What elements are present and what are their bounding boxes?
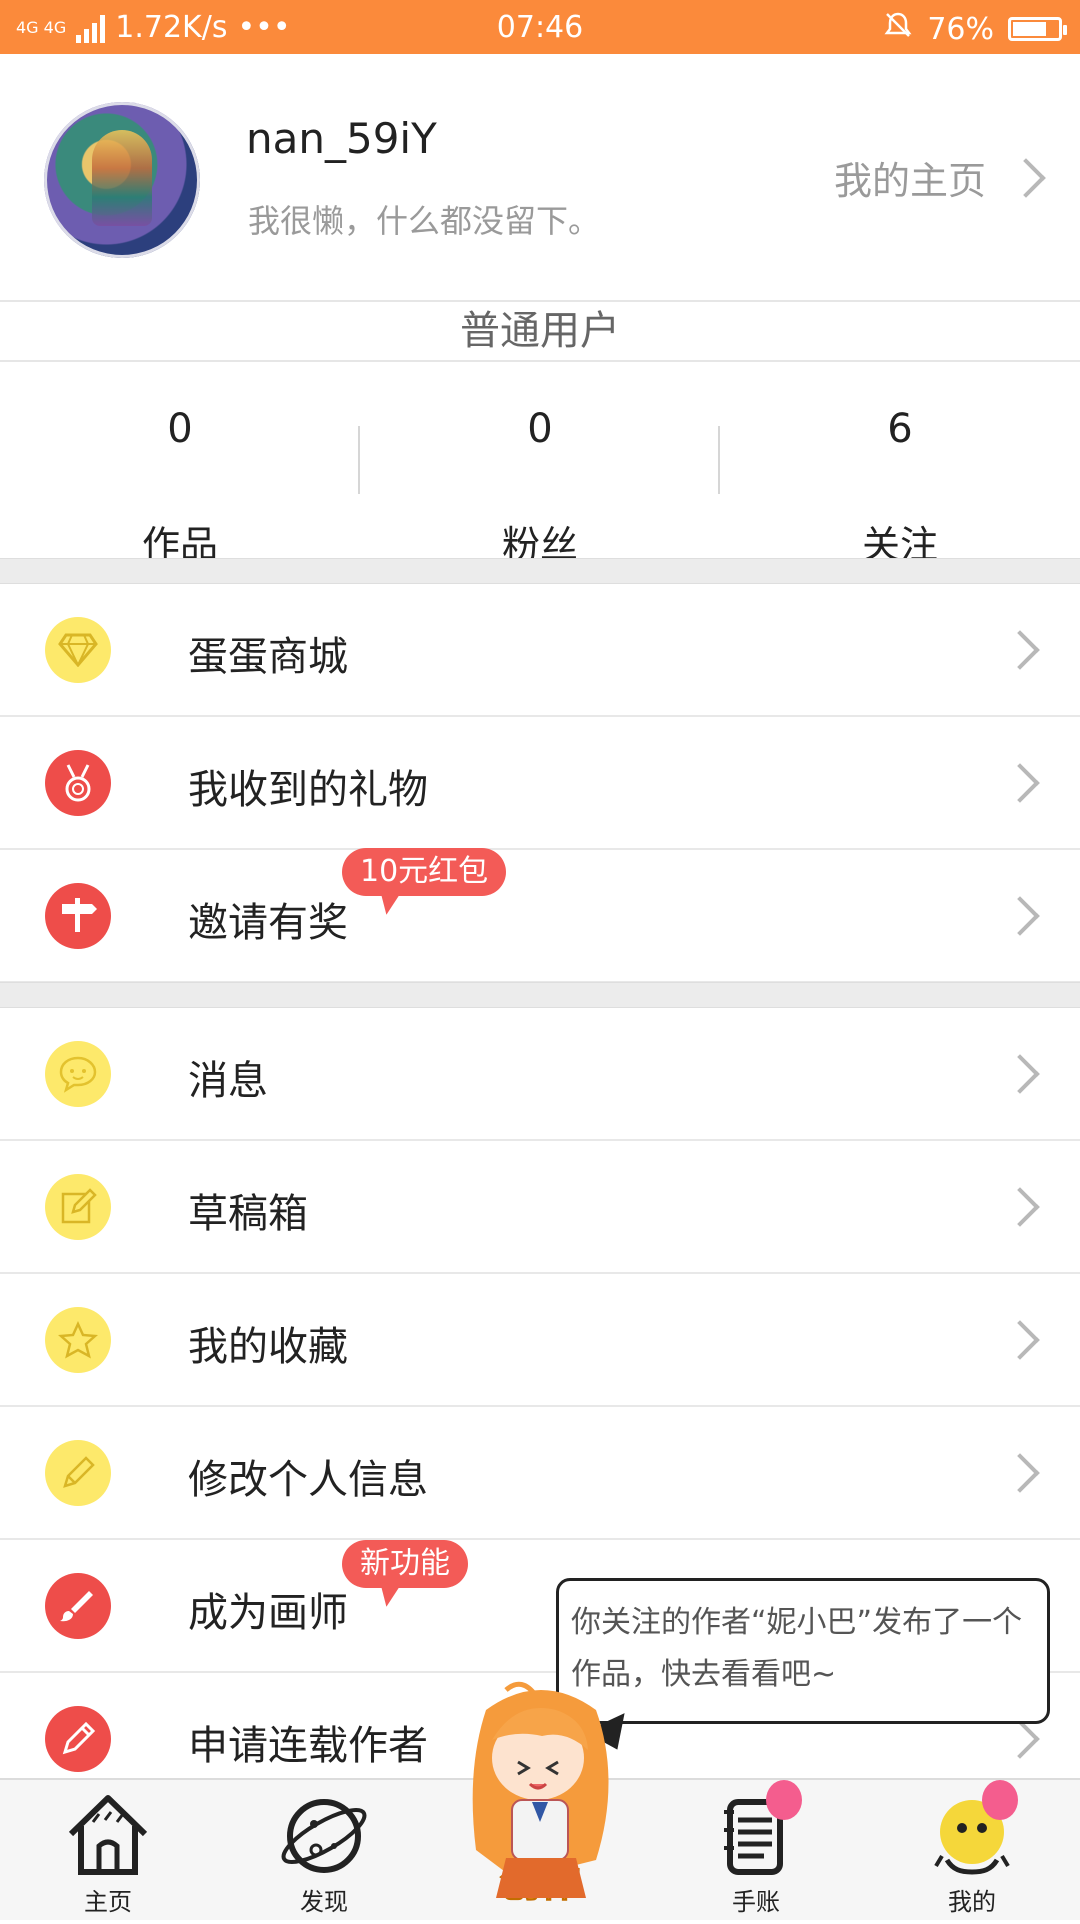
tab-label: 主页 (84, 1888, 132, 1916)
notification-badge (766, 1780, 802, 1820)
chevron-right-icon (1000, 630, 1040, 670)
edit-icon (45, 1174, 111, 1240)
menu-item-label: 消息 (188, 1058, 268, 1104)
stat-value: 0 (527, 406, 553, 452)
username: nan_59iY (246, 114, 437, 163)
house-icon (63, 1790, 153, 1882)
menu-item-label: 邀请有奖 (188, 900, 348, 946)
battery-percent: 76% (927, 11, 994, 47)
notification-text: 你关注的作者“妮小巴”发布了一个作品，快去看看吧~ (571, 1605, 1023, 1692)
my-homepage-link[interactable]: 我的主页 (833, 150, 1046, 205)
chevron-right-icon (1000, 896, 1040, 936)
tab-label: 手账 (732, 1888, 780, 1916)
brush-icon (45, 1573, 111, 1639)
menu-item-label: 蛋蛋商城 (188, 634, 348, 680)
chevron-right-icon (1006, 157, 1046, 198)
menu-item-drafts[interactable]: 草稿箱 (0, 1141, 1080, 1274)
section-divider (0, 982, 1080, 1008)
avatar[interactable] (44, 102, 200, 258)
tab-home[interactable]: 主页 (0, 1780, 216, 1922)
divider (358, 426, 360, 494)
notification-badge (982, 1780, 1018, 1820)
chevron-right-icon (1000, 1719, 1040, 1759)
user-signature: 我很懒，什么都没留下。 (248, 202, 601, 240)
tab-discover[interactable]: 发现 (216, 1780, 432, 1922)
chevron-right-icon (1000, 1187, 1040, 1227)
tab-label: 我的 (948, 1888, 996, 1916)
stats-row: 0 作品 0 粉丝 6 关注 (0, 362, 1080, 567)
menu-item-label: 我的收藏 (188, 1324, 348, 1370)
pencil-icon (45, 1440, 111, 1506)
menu-item-edit-profile[interactable]: 修改个人信息 (0, 1407, 1080, 1540)
stat-works[interactable]: 0 作品 (0, 362, 360, 567)
red-packet-badge: 10元红包 (342, 848, 507, 896)
planet-icon (278, 1790, 370, 1882)
tab-label: 发现 (300, 1888, 348, 1916)
stat-value: 0 (167, 406, 193, 452)
chevron-right-icon (1000, 1453, 1040, 1493)
user-level: 普通用户 (0, 300, 1080, 362)
stat-value: 6 (887, 406, 913, 452)
diamond-icon (45, 617, 111, 683)
mascot-character[interactable] (446, 1680, 636, 1920)
menu-item-label: 成为画师 (188, 1590, 348, 1636)
chevron-right-icon (1000, 1320, 1040, 1360)
menu-item-messages[interactable]: 消息 (0, 1008, 1080, 1141)
signpost-icon (45, 883, 111, 949)
new-feature-badge: 新功能 (342, 1540, 468, 1588)
menu-item-favorites[interactable]: 我的收藏 (0, 1274, 1080, 1407)
chat-face-icon (45, 1041, 111, 1107)
menu-item-gifts[interactable]: 我收到的礼物 (0, 717, 1080, 850)
star-icon (45, 1307, 111, 1373)
stat-following[interactable]: 6 关注 (720, 362, 1080, 567)
menu-item-label: 修改个人信息 (188, 1457, 428, 1503)
menu-item-egg-mall[interactable]: 蛋蛋商城 (0, 584, 1080, 717)
tab-me[interactable]: 我的 (864, 1780, 1080, 1922)
status-bar: 4G 4G 1.72K/s ••• 07:46 76% (0, 0, 1080, 54)
section-divider (0, 558, 1080, 584)
menu-item-label: 草稿箱 (188, 1191, 308, 1237)
homepage-label: 我的主页 (833, 159, 986, 203)
battery-icon (1008, 17, 1067, 41)
menu-item-invite[interactable]: 邀请有奖 10元红包 (0, 848, 1080, 983)
profile-header[interactable]: nan_59iY 我很懒，什么都没留下。 我的主页 (0, 54, 1080, 300)
menu-item-label: 我收到的礼物 (188, 767, 428, 813)
mute-bell-icon (883, 10, 913, 48)
divider (718, 426, 720, 494)
chevron-right-icon (1000, 1054, 1040, 1094)
tab-journal[interactable]: 手账 (648, 1780, 864, 1922)
medal-icon (45, 750, 111, 816)
stat-fans[interactable]: 0 粉丝 (360, 362, 720, 567)
pen-icon (45, 1706, 111, 1772)
menu-item-label: 申请连载作者 (188, 1723, 428, 1769)
chevron-right-icon (1000, 763, 1040, 803)
